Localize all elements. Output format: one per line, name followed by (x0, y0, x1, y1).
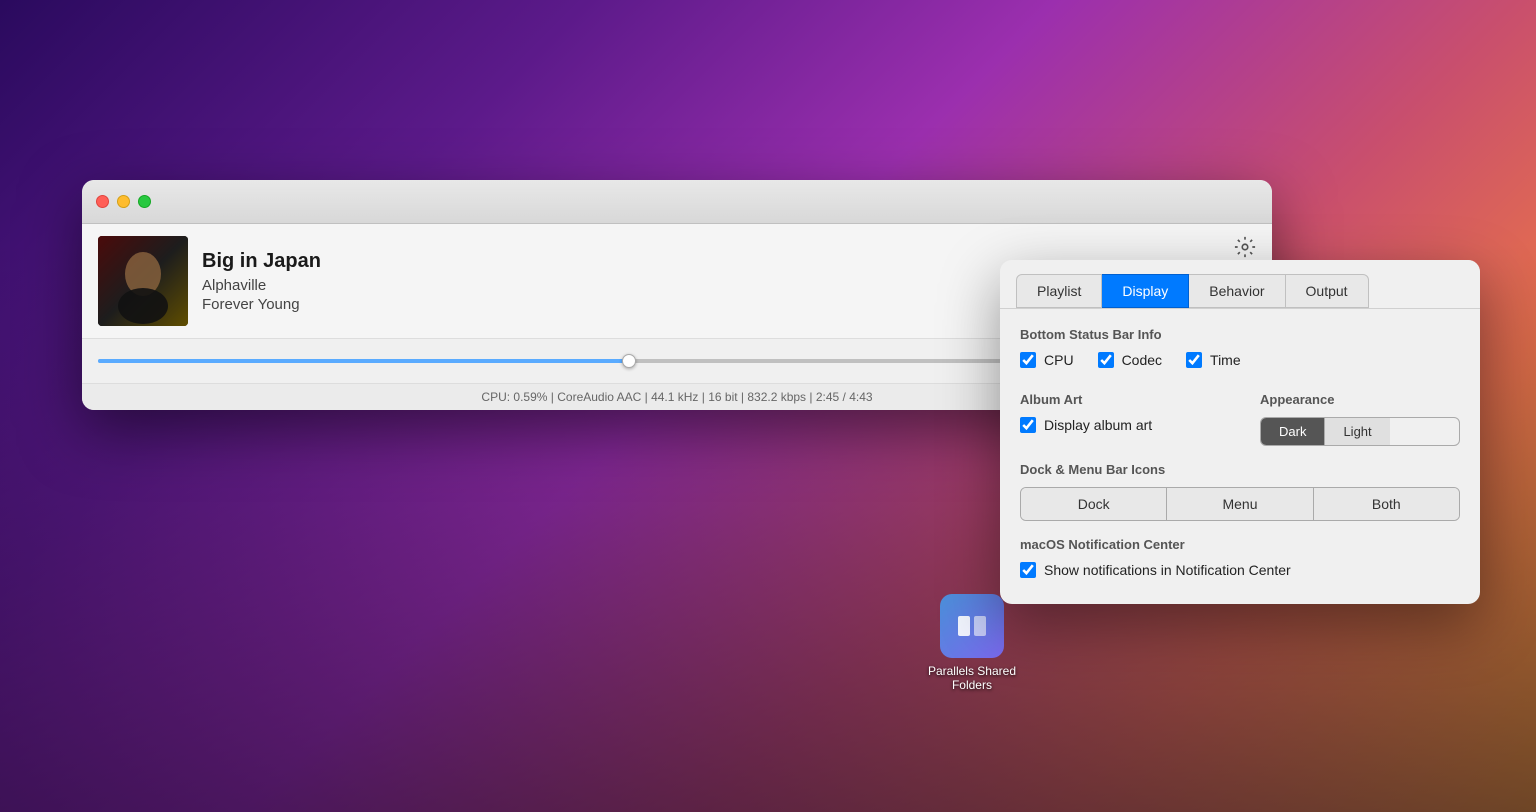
dock-menu-section-label: Dock & Menu Bar Icons (1020, 462, 1460, 477)
light-mode-button[interactable]: Light (1324, 418, 1389, 445)
tab-behavior[interactable]: Behavior (1189, 274, 1285, 308)
settings-body: Bottom Status Bar Info CPU Codec Time Al… (1000, 309, 1480, 604)
codec-checkbox[interactable] (1098, 352, 1114, 368)
settings-tabs: Playlist Display Behavior Output (1000, 260, 1480, 309)
notification-checkbox-row: Show notifications in Notification Cente… (1020, 562, 1460, 578)
progress-bar[interactable] (98, 359, 1064, 363)
cpu-label: CPU (1044, 352, 1074, 368)
close-button[interactable] (96, 195, 109, 208)
progress-fill (98, 359, 629, 363)
tab-display[interactable]: Display (1102, 274, 1189, 308)
album-art-section: Album Art Display album art (1020, 392, 1220, 441)
time-checkbox-row: Time (1186, 352, 1241, 368)
desktop-icon-parallels[interactable]: Parallels Shared Folders (928, 594, 1016, 692)
maximize-button[interactable] (138, 195, 151, 208)
appearance-section-label: Appearance (1260, 392, 1460, 407)
window-titlebar (82, 180, 1272, 224)
album-appearance-row: Album Art Display album art Appearance D… (1020, 392, 1460, 446)
tab-output[interactable]: Output (1286, 274, 1369, 308)
album-art-section-label: Album Art (1020, 392, 1220, 407)
display-album-art-row: Display album art (1020, 417, 1220, 433)
album-art-display (98, 236, 188, 326)
minimize-button[interactable] (117, 195, 130, 208)
time-checkbox[interactable] (1186, 352, 1202, 368)
progress-container[interactable] (98, 359, 1064, 363)
tab-playlist[interactable]: Playlist (1016, 274, 1102, 308)
time-label: Time (1210, 352, 1241, 368)
menu-button[interactable]: Menu (1166, 488, 1312, 520)
dock-menu-buttons: Dock Menu Both (1020, 487, 1460, 521)
cpu-checkbox-row: CPU (1020, 352, 1074, 368)
dock-button[interactable]: Dock (1021, 488, 1166, 520)
parallels-icon (940, 594, 1004, 658)
status-bar-checkboxes: CPU Codec Time (1020, 352, 1460, 376)
notification-checkbox[interactable] (1020, 562, 1036, 578)
notification-section-label: macOS Notification Center (1020, 537, 1460, 552)
both-button[interactable]: Both (1313, 488, 1459, 520)
settings-button-player[interactable] (1234, 236, 1256, 263)
notification-label: Show notifications in Notification Cente… (1044, 562, 1291, 578)
traffic-lights (96, 195, 151, 208)
album-art-image (98, 236, 188, 326)
dark-mode-button[interactable]: Dark (1261, 418, 1324, 445)
parallels-icon-label: Parallels Shared Folders (928, 664, 1016, 692)
cpu-checkbox[interactable] (1020, 352, 1036, 368)
appearance-toggle: Dark Light (1260, 417, 1460, 446)
display-album-art-checkbox[interactable] (1020, 417, 1036, 433)
codec-checkbox-row: Codec (1098, 352, 1162, 368)
progress-thumb[interactable] (622, 354, 636, 368)
display-album-art-label: Display album art (1044, 417, 1152, 433)
bottom-status-section-label: Bottom Status Bar Info (1020, 327, 1460, 342)
codec-label: Codec (1122, 352, 1162, 368)
appearance-section: Appearance Dark Light (1260, 392, 1460, 446)
settings-panel: Playlist Display Behavior Output Bottom … (1000, 260, 1480, 604)
